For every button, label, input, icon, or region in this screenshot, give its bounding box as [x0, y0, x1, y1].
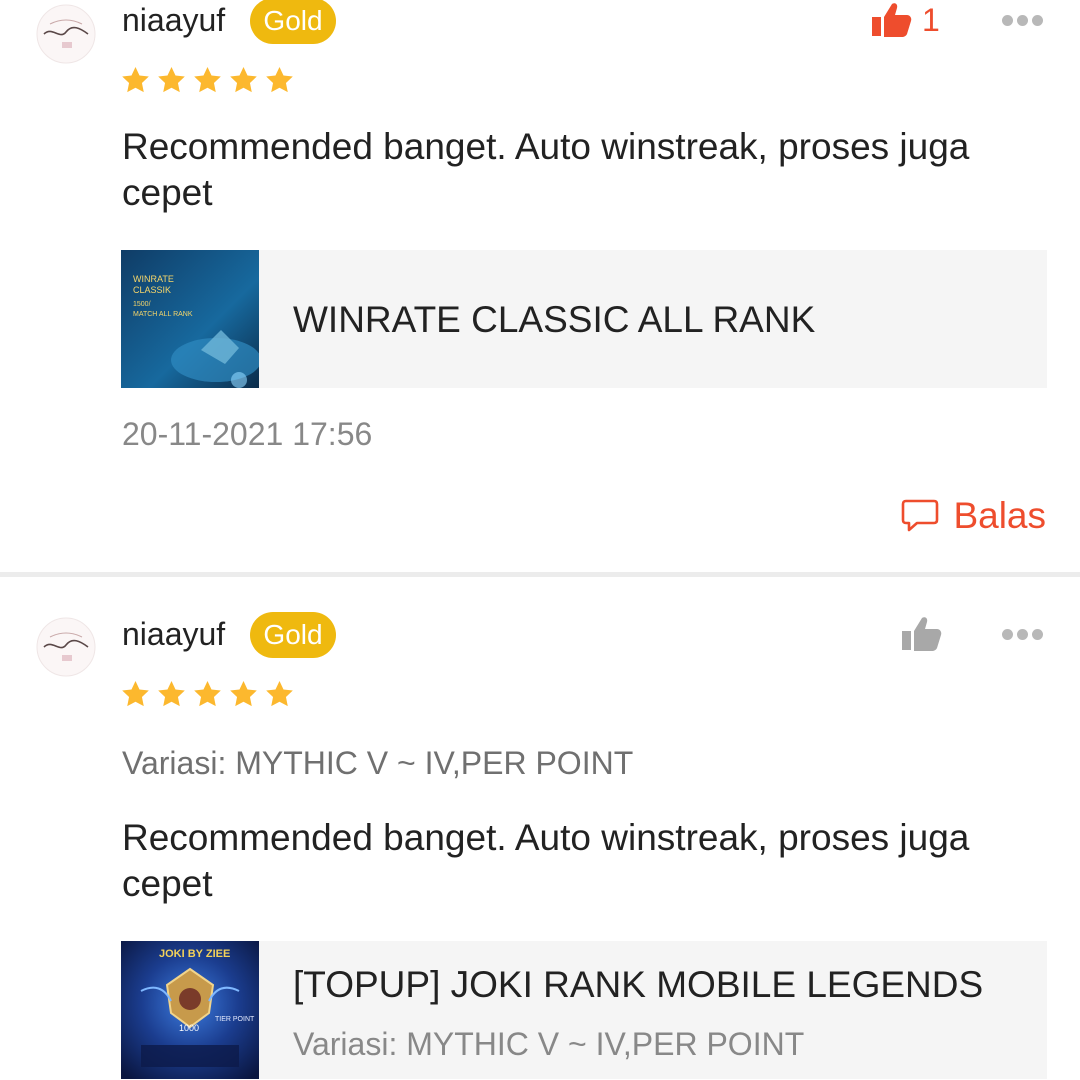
- avatar[interactable]: [36, 617, 96, 677]
- more-options-icon[interactable]: [1002, 13, 1050, 26]
- thumb-text: WINRATE: [133, 274, 174, 284]
- thumb-text: 1000: [179, 1023, 199, 1033]
- product-thumbnail: JOKI BY ZIEE TIER POINT 1000: [121, 941, 259, 1079]
- gold-badge: Gold: [250, 0, 336, 44]
- review-variation: Variasi: MYTHIC V ~ IV,PER POINT: [122, 745, 634, 781]
- star-icon: [230, 680, 257, 707]
- product-thumbnail: WINRATE CLASSIK 1500/ MATCH ALL RANK: [121, 250, 259, 388]
- star-icon: [122, 66, 149, 93]
- star-rating: [120, 679, 295, 715]
- gold-badge: Gold: [250, 612, 336, 658]
- star-icon: [194, 66, 221, 93]
- review-comment: Recommended banget. Auto winstreak, pros…: [122, 126, 970, 213]
- review-card: niaayuf Gold Variasi: MYTHIC V ~ IV,PER …: [0, 577, 1080, 1080]
- thumb-text: TIER POINT: [215, 1016, 255, 1023]
- product-card[interactable]: JOKI BY ZIEE TIER POINT 1000 [TOPUP] JOK…: [121, 941, 1047, 1079]
- product-title: [TOPUP] JOKI RANK MOBILE LEGENDS: [293, 964, 984, 1005]
- reply-button[interactable]: Balas: [901, 494, 1046, 538]
- thumb-text: MATCH ALL RANK: [133, 311, 193, 318]
- more-options-icon[interactable]: [1002, 627, 1050, 640]
- star-icon: [122, 680, 149, 707]
- thumbs-up-icon[interactable]: [870, 0, 912, 42]
- star-rating: [120, 65, 295, 101]
- star-icon: [158, 680, 185, 707]
- product-card[interactable]: WINRATE CLASSIK 1500/ MATCH ALL RANK WIN…: [121, 250, 1047, 388]
- thumb-text: 1500/: [133, 301, 151, 308]
- star-icon: [266, 66, 293, 93]
- product-variant: Variasi: MYTHIC V ~ IV,PER POINT: [293, 1026, 805, 1062]
- star-icon: [194, 680, 221, 707]
- username[interactable]: niaayuf: [122, 614, 225, 654]
- thumbs-up-icon[interactable]: [900, 614, 942, 656]
- review-timestamp: 20-11-2021 17:56: [122, 416, 373, 452]
- like-count: 1: [922, 2, 940, 38]
- star-icon: [266, 680, 293, 707]
- chat-bubble-icon: [902, 499, 939, 532]
- avatar[interactable]: [36, 4, 96, 64]
- review-card: niaayuf Gold 1 Recommended banget. Auto …: [0, 0, 1080, 572]
- reply-label: Balas: [953, 495, 1046, 536]
- username[interactable]: niaayuf: [122, 0, 225, 40]
- thumb-text: CLASSIK: [133, 285, 171, 295]
- thumb-text: JOKI BY ZIEE: [159, 948, 230, 960]
- star-icon: [230, 66, 257, 93]
- review-comment: Recommended banget. Auto winstreak, pros…: [122, 817, 970, 904]
- product-title: WINRATE CLASSIC ALL RANK: [293, 299, 816, 340]
- star-icon: [158, 66, 185, 93]
